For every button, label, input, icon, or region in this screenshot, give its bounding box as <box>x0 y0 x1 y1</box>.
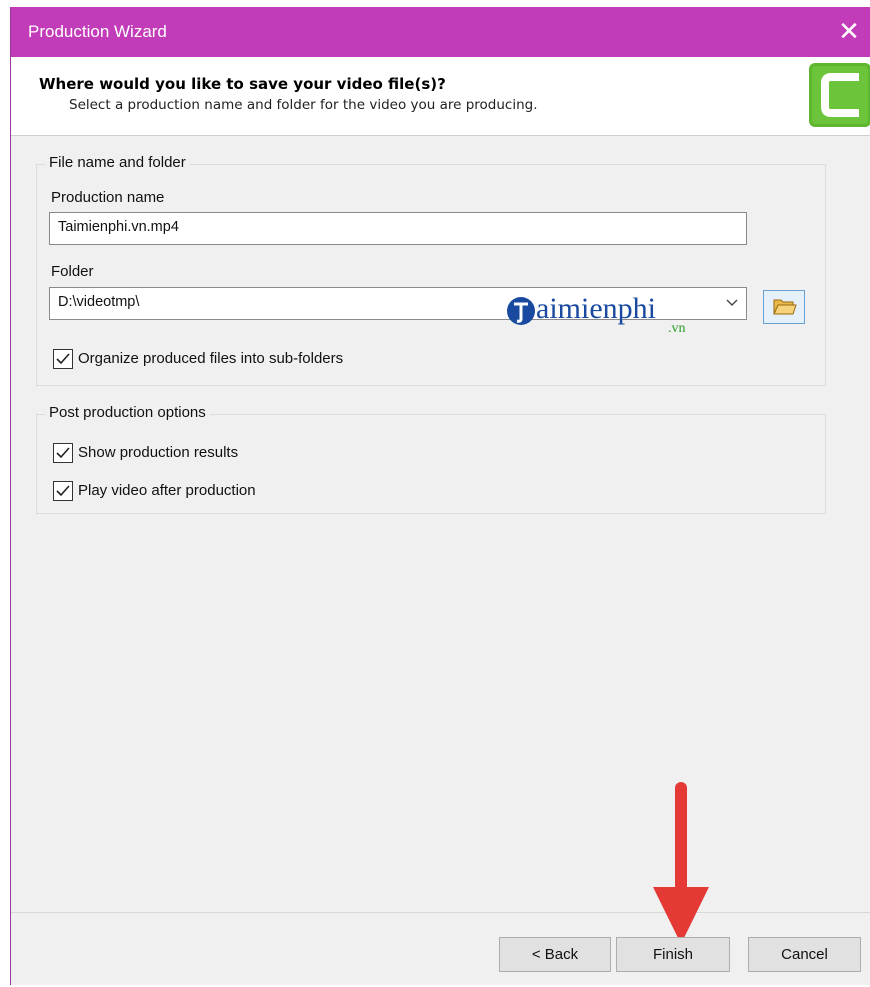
post-production-group: Post production options Show production … <box>36 404 826 514</box>
wizard-header: Where would you like to save your video … <box>11 57 870 136</box>
checkmark-icon <box>56 353 70 365</box>
show-results-checkbox-row[interactable]: Show production results <box>53 443 313 465</box>
production-name-label: Production name <box>51 189 165 206</box>
file-name-folder-group: File name and folder Production name Tai… <box>36 154 826 386</box>
organize-subfolders-label: Organize produced files into sub-folders <box>78 350 344 367</box>
header-subtitle: Select a production name and folder for … <box>69 97 538 113</box>
production-wizard-window: Production Wizard ✕ Where would you like… <box>10 7 870 985</box>
post-group-title: Post production options <box>45 404 210 421</box>
show-results-checkbox[interactable] <box>53 443 73 463</box>
title-bar: Production Wizard ✕ <box>11 7 870 57</box>
finish-button[interactable]: Finish <box>616 937 730 972</box>
close-icon[interactable]: ✕ <box>835 17 863 45</box>
watermark-suffix: .vn <box>668 321 686 336</box>
organize-subfolders-checkbox[interactable] <box>53 349 73 369</box>
file-group-title: File name and folder <box>45 154 190 171</box>
back-button[interactable]: < Back <box>499 937 611 972</box>
camtasia-logo-icon <box>809 63 870 127</box>
header-title: Where would you like to save your video … <box>39 75 446 93</box>
play-video-label: Play video after production <box>78 482 256 499</box>
show-results-label: Show production results <box>78 444 239 461</box>
checkmark-icon <box>56 485 70 497</box>
watermark-text: aimienphi <box>536 292 656 325</box>
browse-folder-button[interactable] <box>763 290 805 324</box>
red-arrow-annotation <box>653 782 709 944</box>
organize-subfolders-checkbox-row[interactable]: Organize produced files into sub-folders <box>53 349 393 371</box>
chevron-down-icon[interactable] <box>724 292 740 312</box>
play-video-checkbox[interactable] <box>53 481 73 501</box>
taimienphi-watermark: aimienphi .vn <box>506 290 716 338</box>
production-name-input[interactable]: Taimienphi.vn.mp4 <box>49 212 747 245</box>
play-video-checkbox-row[interactable]: Play video after production <box>53 481 313 503</box>
window-title: Production Wizard <box>28 22 167 41</box>
folder-open-icon <box>773 299 797 315</box>
cancel-button[interactable]: Cancel <box>748 937 861 972</box>
footer-divider <box>11 912 870 913</box>
folder-label: Folder <box>51 263 94 280</box>
watermark-logo-icon <box>507 297 535 325</box>
folder-value: D:\videotmp\ <box>58 294 140 310</box>
checkmark-icon <box>56 447 70 459</box>
